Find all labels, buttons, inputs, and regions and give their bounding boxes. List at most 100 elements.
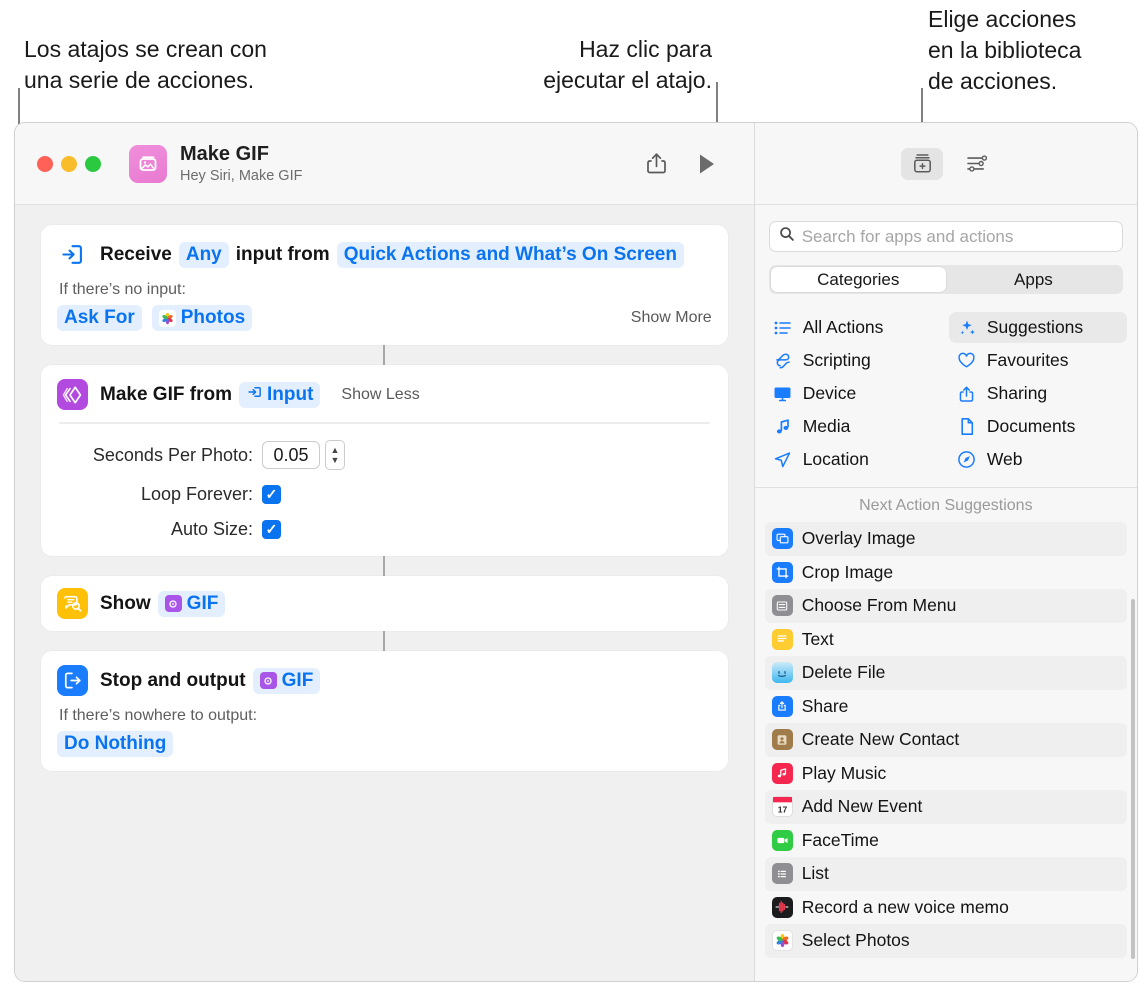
action-title: Stop and output GIF — [100, 667, 321, 694]
share-icon[interactable] — [645, 151, 668, 176]
share-up-icon — [957, 385, 977, 403]
list-item[interactable]: Text — [765, 623, 1127, 657]
photos-icon — [158, 309, 176, 327]
list-item[interactable]: Crop Image — [765, 556, 1127, 590]
action-library-icon[interactable] — [901, 147, 944, 180]
calendar-icon: 17 — [771, 796, 793, 818]
action-header: Receive Any input from Quick Actions and… — [57, 239, 712, 270]
input-type-pill[interactable]: Any — [178, 241, 229, 268]
category-sharing[interactable]: Sharing — [949, 378, 1127, 409]
heart-icon — [957, 352, 977, 369]
paper-plane-icon — [773, 451, 793, 469]
shortcut-title-block: Make GIF Hey Siri, Make GIF — [180, 142, 302, 186]
gif-variable-pill[interactable]: GIF — [157, 590, 226, 617]
list-item[interactable]: Select Photos — [764, 924, 1127, 958]
finder-icon — [771, 662, 793, 684]
suggestion-label: Crop Image — [801, 561, 894, 582]
stepper-down-icon[interactable]: ▼ — [331, 455, 340, 465]
shortcut-editor-panel: Make GIF Hey Siri, Make GIF Receive Any … — [15, 123, 754, 981]
ask-for-pill[interactable]: Ask For — [57, 305, 142, 331]
suggestion-label: Create New Contact — [801, 729, 960, 750]
list-item[interactable]: Delete File — [764, 656, 1127, 690]
category-label: Location — [802, 449, 869, 469]
nowhere-to-output-label: If there’s nowhere to output: — [59, 707, 258, 724]
close-button[interactable] — [37, 155, 53, 172]
suggestions-heading: Next Action Suggestions — [859, 497, 1033, 514]
action-card-stop-and-output[interactable]: Stop and output GIF If there’s nowhere t… — [41, 651, 728, 771]
minimize-button[interactable] — [61, 155, 77, 172]
stop-output-icon — [57, 665, 88, 696]
callout-run-shortcut: Haz clic para ejecutar el atajo. — [543, 36, 712, 93]
param-label: Auto Size: — [170, 519, 253, 539]
category-device[interactable]: Device — [765, 378, 943, 409]
titlebar-actions — [645, 151, 738, 176]
category-documents[interactable]: Documents — [949, 411, 1127, 442]
make-gif-icon — [57, 379, 88, 410]
category-media[interactable]: Media — [765, 411, 943, 442]
action-card-show-gif[interactable]: Show GIF — [41, 576, 728, 631]
seconds-stepper[interactable]: ▲ ▼ — [325, 440, 345, 470]
show-more-toggle[interactable]: Show More — [617, 309, 712, 327]
action-header: Make GIF from Input Show Less — [57, 379, 712, 410]
category-all-actions[interactable]: All Actions — [765, 312, 943, 343]
action-card-make-gif[interactable]: Make GIF from Input Show Less Seconds Pe… — [41, 365, 728, 556]
library-scrollbar[interactable] — [1131, 599, 1135, 959]
list-item[interactable]: Play Music — [765, 757, 1127, 791]
play-icon[interactable] — [698, 153, 716, 175]
tab-categories[interactable]: Categories — [770, 267, 946, 292]
list-item[interactable]: List — [764, 857, 1127, 891]
list-item[interactable]: Share — [765, 690, 1127, 724]
action-text-1: Make GIF from — [100, 383, 232, 405]
display-icon — [773, 385, 793, 403]
music-note-icon — [773, 418, 793, 436]
flow-connector — [383, 631, 386, 651]
suggestion-label: Add New Event — [801, 796, 923, 817]
input-source-pill[interactable]: Quick Actions and What’s On Screen — [336, 241, 684, 268]
safari-compass-icon — [957, 450, 977, 469]
category-web[interactable]: Web — [949, 444, 1127, 475]
category-suggestions[interactable]: Suggestions — [948, 312, 1127, 343]
photos-type-pill[interactable]: Photos — [151, 305, 253, 331]
gif-variable-label: GIF — [281, 669, 314, 691]
action-card-receive-input[interactable]: Receive Any input from Quick Actions and… — [41, 225, 728, 345]
category-scripting[interactable]: Scripting — [765, 345, 943, 376]
action-text-1: Show — [100, 592, 151, 614]
photos-type-label: Photos — [180, 307, 246, 328]
show-less-toggle[interactable]: Show Less — [327, 386, 419, 404]
list-item[interactable]: Overlay Image — [764, 522, 1127, 556]
suggestion-label: Record a new voice memo — [801, 896, 1009, 917]
stepper-up-icon[interactable]: ▲ — [331, 445, 340, 455]
suggestion-label: List — [801, 863, 829, 884]
list-item[interactable]: Create New Contact — [764, 723, 1127, 757]
do-nothing-pill[interactable]: Do Nothing — [57, 731, 174, 757]
auto-size-checkbox[interactable]: ✓ — [262, 520, 281, 539]
search-input[interactable]: Search for apps and actions — [768, 221, 1123, 252]
input-variable-pill[interactable]: Input — [238, 381, 321, 408]
maximize-button[interactable] — [85, 155, 101, 172]
document-icon — [957, 417, 977, 436]
divider — [59, 422, 710, 424]
library-tab-group: Categories Apps — [768, 265, 1123, 294]
category-location[interactable]: Location — [765, 444, 943, 475]
list-icon — [771, 863, 793, 885]
action-title: Receive Any input from Quick Actions and… — [100, 241, 684, 268]
seconds-per-photo-input[interactable]: 0.05 — [262, 441, 320, 469]
suggestion-label: Choose From Menu — [801, 595, 957, 616]
list-item[interactable]: 17 Add New Event — [764, 790, 1127, 824]
loop-forever-checkbox[interactable]: ✓ — [262, 485, 281, 504]
tab-apps[interactable]: Apps — [946, 267, 1121, 292]
search-area: Search for apps and actions — [755, 205, 1137, 252]
list-item[interactable]: Record a new voice memo — [765, 891, 1127, 925]
category-favourites[interactable]: Favourites — [949, 345, 1127, 376]
music-app-icon — [771, 762, 793, 784]
suggestion-label: Delete File — [801, 662, 886, 683]
contacts-icon — [771, 729, 793, 751]
param-auto-size: Auto Size: ✓ — [57, 519, 712, 540]
sliders-icon[interactable] — [965, 153, 990, 174]
action-title: Make GIF from Input Show Less — [100, 381, 420, 408]
nowhere-to-output-options: Do Nothing — [57, 731, 712, 757]
list-item[interactable]: Choose From Menu — [764, 589, 1127, 623]
photos-icon — [771, 930, 793, 952]
gif-variable-pill[interactable]: GIF — [252, 667, 321, 694]
list-item[interactable]: FaceTime — [765, 824, 1127, 858]
